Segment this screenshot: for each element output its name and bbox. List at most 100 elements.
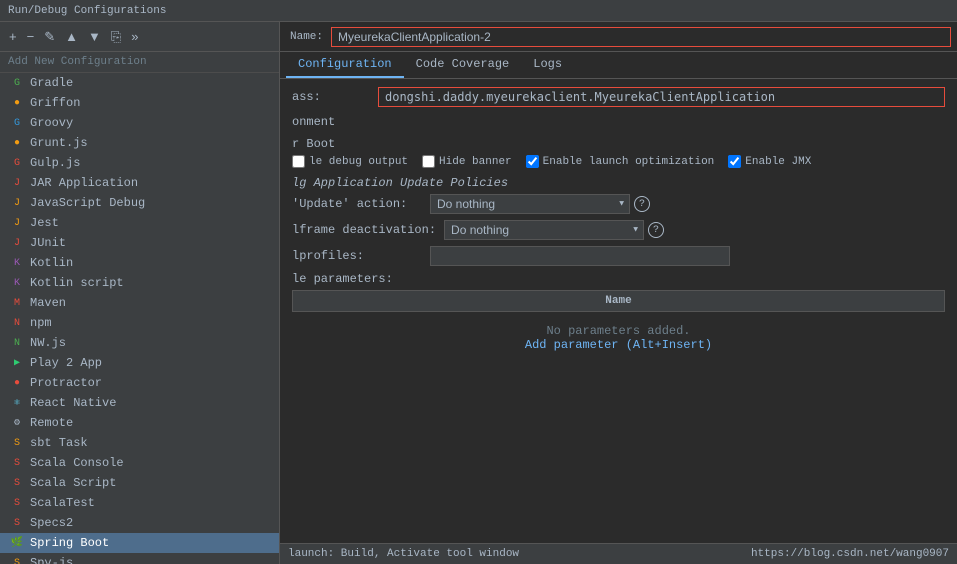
sidebar-item-spyjs[interactable]: SSpy-js xyxy=(0,553,279,564)
update-action-select-container: Do nothing Hot swap classes Reload class… xyxy=(430,194,630,214)
params-table: Name No parameters added. Add parameter … xyxy=(292,290,945,364)
configuration-name-input[interactable] xyxy=(331,27,951,47)
sidebar-item-kotlin[interactable]: K Kotlin xyxy=(0,253,279,273)
protractor-icon: ● xyxy=(10,376,24,390)
sidebar-item-springboot[interactable]: 🌿 Spring Boot xyxy=(0,533,279,553)
enable-jmx-option[interactable]: Enable JMX xyxy=(728,155,811,168)
sidebar-item-jest[interactable]: JJest xyxy=(0,213,279,233)
config-list: GGradle●GriffonGGroovy●Grunt.jsGGulp.jsJ… xyxy=(0,73,279,564)
spring-options-row: le debug output Hide banner Enable launc… xyxy=(292,155,945,168)
debug-output-option[interactable]: le debug output xyxy=(292,155,408,168)
sidebar-item-label-jsdebug: JavaScript Debug xyxy=(30,196,145,210)
main-class-input[interactable] xyxy=(378,87,945,107)
jsdebug-icon: J xyxy=(10,196,24,210)
enable-jmx-checkbox[interactable] xyxy=(728,155,741,168)
sidebar-item-label-nwjs: NW.js xyxy=(30,336,66,350)
sidebar-item-kotlinscript[interactable]: KKotlin script xyxy=(0,273,279,293)
sidebar-item-label-jar: JAR Application xyxy=(30,176,138,190)
sidebar-item-specs2[interactable]: SSpecs2 xyxy=(0,513,279,533)
sidebar-item-jar[interactable]: J JAR Application xyxy=(0,173,279,193)
junit-icon: J xyxy=(10,236,24,250)
no-params-text: No parameters added. xyxy=(305,324,933,338)
sidebar-item-scalaconsole[interactable]: S Scala Console xyxy=(0,453,279,473)
tab-coverage[interactable]: Code Coverage xyxy=(404,52,522,78)
frame-deactivation-select[interactable]: Do nothing Hot swap classes Reload class… xyxy=(444,220,644,240)
gulpjs-icon: G xyxy=(10,156,24,170)
groovy-icon: G xyxy=(10,116,24,130)
gruntjs-icon: ● xyxy=(10,136,24,150)
springboot-icon: 🌿 xyxy=(10,536,24,550)
update-action-select[interactable]: Do nothing Hot swap classes Reload class… xyxy=(430,194,630,214)
sidebar-item-reactnative[interactable]: ⚛React Native xyxy=(0,393,279,413)
add-new-configuration[interactable]: Add New Configuration xyxy=(0,52,279,73)
sbttask-icon: S xyxy=(10,436,24,450)
sidebar-item-label-npm: npm xyxy=(30,316,52,330)
jest-icon: J xyxy=(10,216,24,230)
sidebar-item-label-reactnative: React Native xyxy=(30,396,116,410)
sidebar-item-junit[interactable]: JJUnit xyxy=(0,233,279,253)
jar-icon: J xyxy=(10,176,24,190)
params-section: le parameters: Name No parameters added.… xyxy=(292,272,945,364)
sidebar-item-gruntjs[interactable]: ●Grunt.js xyxy=(0,133,279,153)
frame-deactivation-label: lframe deactivation: xyxy=(292,223,436,237)
sidebar-item-label-groovy: Groovy xyxy=(30,116,73,130)
sidebar-item-label-sbttask: sbt Task xyxy=(30,436,88,450)
copy-btn[interactable]: ⎘ xyxy=(108,27,124,47)
debug-output-label: le debug output xyxy=(309,156,408,168)
edit-config-btn[interactable]: ✎ xyxy=(41,27,58,47)
vm-options-label: onment xyxy=(292,115,372,129)
sidebar-item-label-remote: Remote xyxy=(30,416,73,430)
launch-optimization-checkbox[interactable] xyxy=(526,155,539,168)
frame-deactivation-help[interactable]: ? xyxy=(648,222,664,238)
sidebar-item-label-springboot: Spring Boot xyxy=(30,536,109,550)
main-class-row: ass: xyxy=(292,87,945,107)
npm-icon: N xyxy=(10,316,24,330)
frame-deactivation-select-container: Do nothing Hot swap classes Reload class… xyxy=(444,220,644,240)
sidebar-item-protractor[interactable]: ●Protractor xyxy=(0,373,279,393)
vm-options-row: onment xyxy=(292,115,945,129)
sidebar-item-sbttask[interactable]: Ssbt Task xyxy=(0,433,279,453)
sidebar-item-scalascript[interactable]: SScala Script xyxy=(0,473,279,493)
sidebar-item-npm[interactable]: Nnpm xyxy=(0,313,279,333)
sidebar-item-groovy[interactable]: G Groovy xyxy=(0,113,279,133)
remote-icon: ⚙ xyxy=(10,416,24,430)
scalaconsole-icon: S xyxy=(10,456,24,470)
tab-logs[interactable]: Logs xyxy=(521,52,574,78)
sidebar-item-nwjs[interactable]: NNW.js xyxy=(0,333,279,353)
hide-banner-checkbox[interactable] xyxy=(422,155,435,168)
sidebar-item-play2[interactable]: ▶ Play 2 App xyxy=(0,353,279,373)
move-down-btn[interactable]: ▼ xyxy=(85,27,104,46)
move-up-btn[interactable]: ▲ xyxy=(62,27,81,46)
sidebar-item-jsdebug[interactable]: J JavaScript Debug xyxy=(0,193,279,213)
hide-banner-option[interactable]: Hide banner xyxy=(422,155,512,168)
watermark: https://blog.csdn.net/wang0907 xyxy=(751,548,949,560)
right-panel: Name: ConfigurationCode CoverageLogs ass… xyxy=(280,22,957,564)
more-btn[interactable]: » xyxy=(128,27,141,46)
add-config-btn[interactable]: + xyxy=(6,27,20,46)
kotlin-icon: K xyxy=(10,256,24,270)
sidebar-item-scalatest[interactable]: SScalaTest xyxy=(0,493,279,513)
sidebar-item-maven[interactable]: MMaven xyxy=(0,293,279,313)
play2-icon: ▶ xyxy=(10,356,24,370)
debug-output-checkbox[interactable] xyxy=(292,155,305,168)
specs2-icon: S xyxy=(10,516,24,530)
sidebar-item-label-scalascript: Scala Script xyxy=(30,476,116,490)
update-action-help[interactable]: ? xyxy=(634,196,650,212)
sidebar-item-gradle[interactable]: GGradle xyxy=(0,73,279,93)
griffon-icon: ● xyxy=(10,96,24,110)
update-policies-section: lg Application Update Policies 'Update' … xyxy=(292,176,945,240)
sidebar-item-remote[interactable]: ⚙ Remote xyxy=(0,413,279,433)
add-param-link[interactable]: Add parameter (Alt+Insert) xyxy=(305,338,933,352)
sidebar-item-griffon[interactable]: ●Griffon xyxy=(0,93,279,113)
sidebar-item-label-kotlin: Kotlin xyxy=(30,256,73,270)
hide-banner-label: Hide banner xyxy=(439,156,512,168)
scalatest-icon: S xyxy=(10,496,24,510)
profiles-input[interactable] xyxy=(430,246,730,266)
sidebar-item-label-scalaconsole: Scala Console xyxy=(30,456,124,470)
sidebar-item-gulpjs[interactable]: GGulp.js xyxy=(0,153,279,173)
tab-configuration[interactable]: Configuration xyxy=(286,52,404,78)
remove-config-btn[interactable]: − xyxy=(24,27,38,46)
sidebar-item-label-play2: Play 2 App xyxy=(30,356,102,370)
enable-jmx-label: Enable JMX xyxy=(745,156,811,168)
launch-optimization-option[interactable]: Enable launch optimization xyxy=(526,155,715,168)
